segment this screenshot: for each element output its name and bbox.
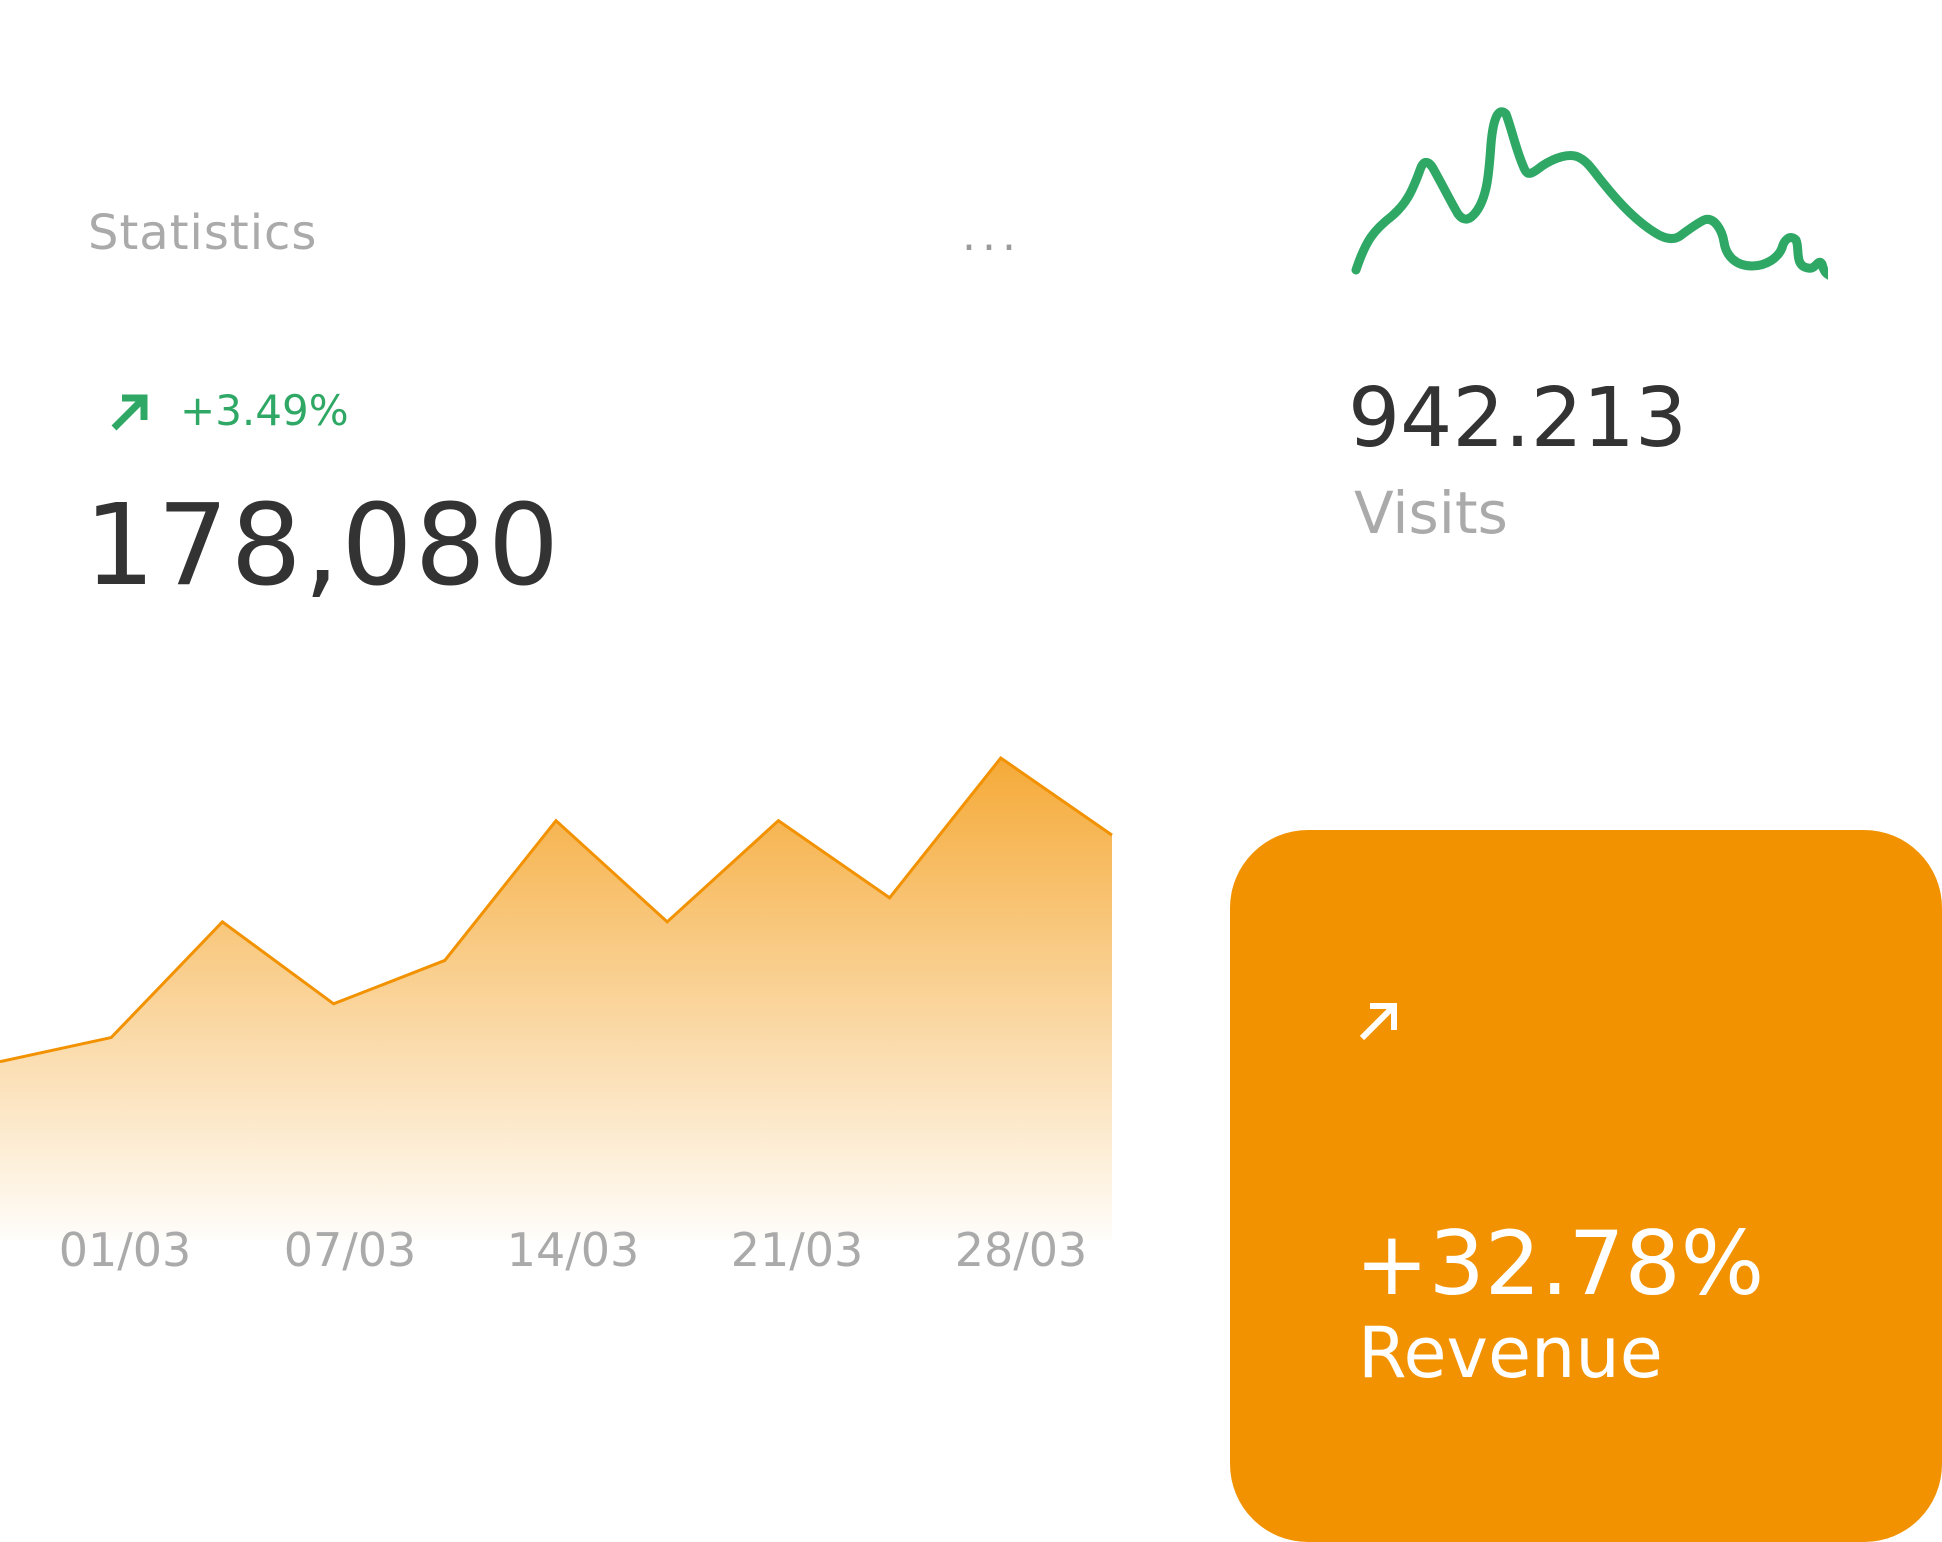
area-fill — [0, 758, 1112, 1240]
statistics-area-chart: 01/03 07/03 14/03 21/03 28/03 — [0, 755, 1113, 1277]
arrow-up-right-icon — [111, 394, 148, 430]
visits-value: 942.213 — [1348, 371, 1688, 466]
visits-sparkline — [1351, 107, 1828, 280]
statistics-title: Statistics — [88, 205, 318, 261]
revenue-card[interactable]: +32.78% Revenue — [1230, 830, 1942, 1542]
x-tick-label: 28/03 — [955, 1223, 1088, 1277]
x-tick-label: 07/03 — [284, 1223, 417, 1277]
x-tick-label: 01/03 — [59, 1223, 192, 1277]
statistics-change: +3.49% — [180, 386, 349, 435]
arrow-up-right-icon — [1359, 1003, 1397, 1041]
x-tick-label: 21/03 — [731, 1223, 864, 1277]
statistics-trend: +3.49% — [108, 386, 349, 435]
revenue-change: +32.78% — [1355, 1212, 1765, 1315]
visits-sparkline-line — [1351, 107, 1828, 280]
visits-label: Visits — [1354, 479, 1508, 547]
statistics-value: 178,080 — [84, 481, 562, 611]
x-tick-label: 14/03 — [507, 1223, 640, 1277]
revenue-label: Revenue — [1358, 1312, 1663, 1394]
more-options-button[interactable]: ... — [962, 214, 1022, 258]
